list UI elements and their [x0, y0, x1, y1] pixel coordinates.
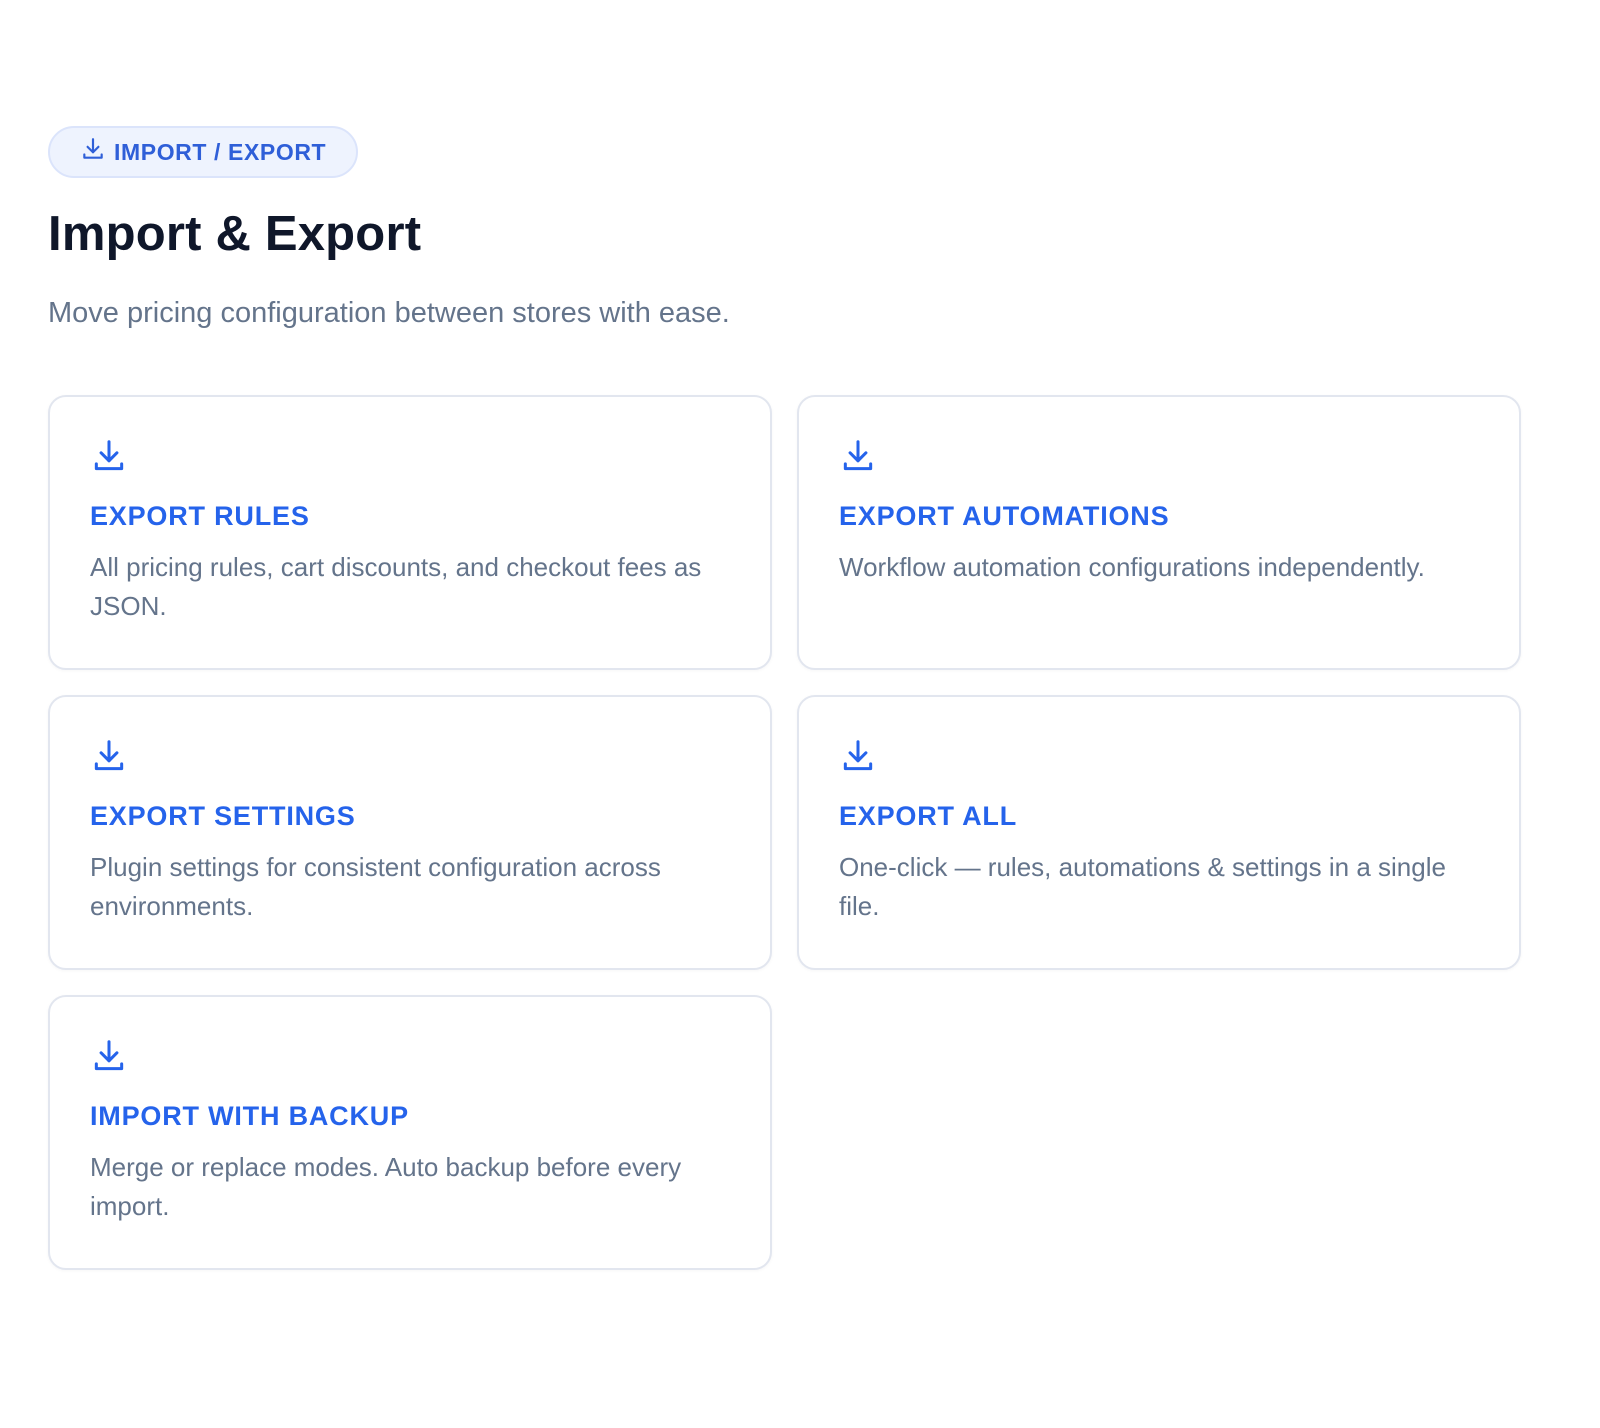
card-description: One-click — rules, automations & setting… — [839, 852, 1446, 922]
card-description: Workflow automation configurations indep… — [839, 552, 1425, 583]
badge-label: IMPORT / EXPORT — [114, 138, 327, 165]
card-description: All pricing rules, cart discounts, and c… — [90, 552, 702, 622]
download-icon — [90, 437, 128, 475]
download-icon — [80, 136, 106, 162]
export-all-card[interactable]: EXPORT ALL One-click — rules, automation… — [797, 694, 1521, 970]
import-export-page: IMPORT / EXPORT Import & Export Move pri… — [48, 126, 1561, 1270]
card-title: EXPORT SETTINGS — [90, 800, 356, 831]
card-description: Plugin settings for consistent configura… — [90, 852, 661, 922]
download-icon — [90, 1037, 128, 1075]
feature-grid: EXPORT RULES All pricing rules, cart dis… — [48, 394, 1561, 1270]
card-title: EXPORT ALL — [839, 800, 1018, 831]
export-settings-card[interactable]: EXPORT SETTINGS Plugin settings for cons… — [48, 694, 772, 970]
download-icon — [839, 437, 877, 475]
card-title: IMPORT WITH BACKUP — [90, 1100, 409, 1131]
section-badge: IMPORT / EXPORT — [48, 126, 359, 178]
import-with-backup-card[interactable]: IMPORT WITH BACKUP Merge or replace mode… — [48, 994, 772, 1270]
card-title: EXPORT AUTOMATIONS — [839, 500, 1170, 531]
export-rules-card[interactable]: EXPORT RULES All pricing rules, cart dis… — [48, 394, 772, 670]
export-automations-card[interactable]: EXPORT AUTOMATIONS Workflow automation c… — [797, 394, 1521, 670]
download-icon — [839, 737, 877, 775]
download-icon — [90, 737, 128, 775]
page-title: Import & Export — [48, 207, 422, 261]
card-title: EXPORT RULES — [90, 500, 310, 531]
card-description: Merge or replace modes. Auto backup befo… — [90, 1152, 682, 1222]
page-subtitle: Move pricing configuration between store… — [48, 296, 730, 329]
